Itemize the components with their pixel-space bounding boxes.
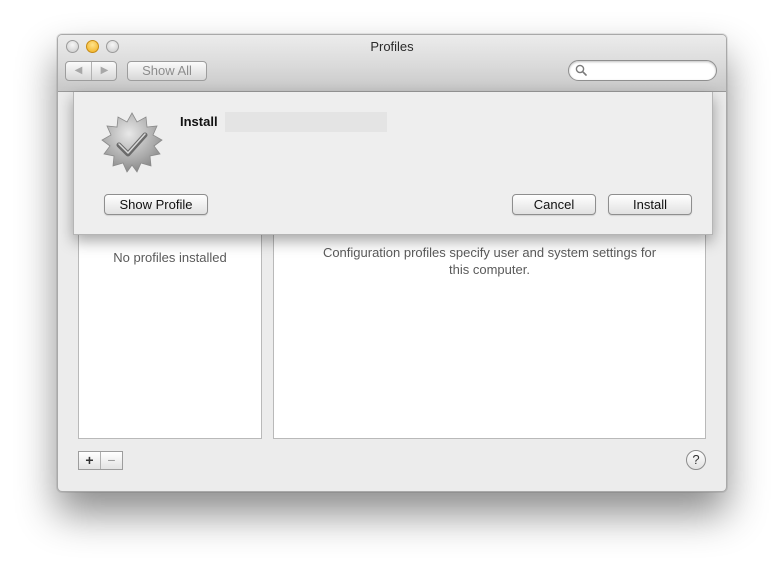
forward-button[interactable]: ▶ <box>92 62 117 80</box>
profile-name-redacted <box>225 112 387 132</box>
profiles-list[interactable]: No profiles installed <box>78 225 262 439</box>
add-profile-button[interactable]: + <box>79 452 101 469</box>
verified-badge-icon <box>99 111 165 182</box>
magnifier-icon <box>575 64 587 76</box>
profiles-description: Configuration profiles specify user and … <box>322 245 657 277</box>
add-remove-control: + − <box>78 451 123 470</box>
empty-list-message: No profiles installed <box>113 250 227 265</box>
install-profile-sheet: Install Show Profile Cancel Install <box>73 92 713 235</box>
search-input[interactable] <box>591 63 713 79</box>
navigation-buttons: ◀ ▶ <box>65 61 117 81</box>
show-all-button[interactable]: Show All <box>127 61 207 81</box>
show-profile-button[interactable]: Show Profile <box>104 194 208 215</box>
window-title: Profiles <box>370 39 414 54</box>
search-field[interactable] <box>568 60 717 81</box>
profiles-window: Profiles ◀ ▶ Show All No profiles instal… <box>57 34 727 492</box>
titlebar: Profiles ◀ ▶ Show All <box>58 35 726 92</box>
remove-profile-button[interactable]: − <box>101 452 122 469</box>
profile-details-pane: Configuration profiles specify user and … <box>273 225 706 439</box>
install-title-label: Install <box>180 114 218 129</box>
install-button[interactable]: Install <box>608 194 692 215</box>
back-button[interactable]: ◀ <box>66 62 92 80</box>
help-button[interactable]: ? <box>686 450 706 470</box>
cancel-button[interactable]: Cancel <box>512 194 596 215</box>
